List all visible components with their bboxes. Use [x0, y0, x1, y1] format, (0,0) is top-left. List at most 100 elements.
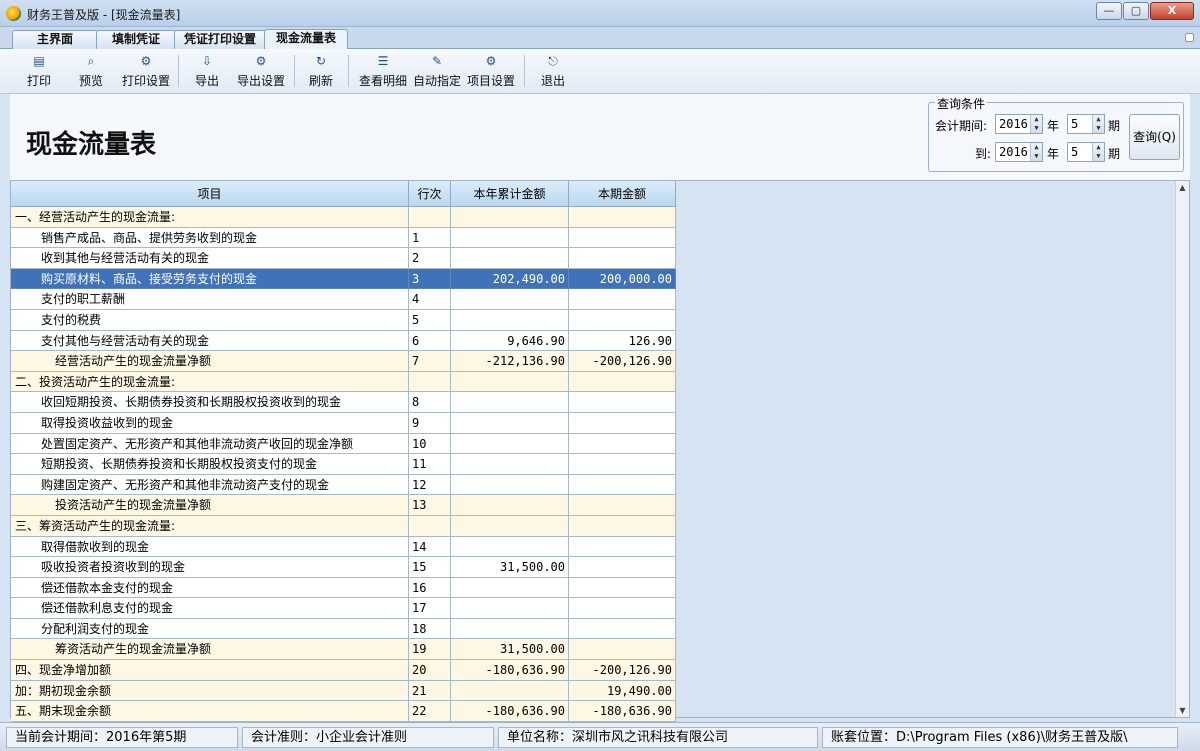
table-row[interactable]: 取得借款收到的现金 14	[11, 536, 676, 558]
toolbar-separator	[348, 55, 349, 87]
close-window-button[interactable]: X	[1150, 2, 1194, 20]
maximize-button[interactable]: ▢	[1123, 2, 1149, 20]
row-item-name: 加：期初现金余额	[11, 680, 409, 702]
table-row[interactable]: 购买原材料、商品、接受劳务支付的现金 3 202,490.00 200,000.00	[11, 268, 676, 290]
from-period-spinner[interactable]: 5 ▲ ▼	[1067, 114, 1105, 134]
spinner-arrows-icon[interactable]: ▲ ▼	[1092, 143, 1104, 161]
row-item-name: 偿还借款本金支付的现金	[11, 577, 409, 599]
to-year-spinner[interactable]: 2016 ▲ ▼	[995, 142, 1043, 162]
row-period-amount: -200,126.90	[569, 660, 676, 681]
tab-cash-flow-statement[interactable]: 现金流量表	[264, 29, 348, 50]
export-button[interactable]: ⇩ 导出	[192, 53, 222, 91]
spinner-arrows-icon[interactable]: ▲ ▼	[1092, 115, 1104, 133]
table-row[interactable]: 筹资活动产生的现金流量净额 19 31,500.00	[11, 639, 676, 661]
table-row[interactable]: 三、筹资活动产生的现金流量:	[11, 515, 676, 537]
table-row[interactable]: 销售产成品、商品、提供劳务收到的现金 1	[11, 227, 676, 249]
table-row[interactable]: 五、期末现金余额 22 -180,636.90 -180,636.90	[11, 701, 676, 722]
print-button[interactable]: ▤ 打印	[24, 53, 54, 91]
spinner-arrows-icon[interactable]: ▲ ▼	[1030, 143, 1042, 161]
column-header-item[interactable]: 项目	[11, 181, 409, 207]
table-row[interactable]: 支付的税费 5	[11, 309, 676, 331]
table-row[interactable]: 投资活动产生的现金流量净额 13	[11, 495, 676, 516]
vertical-scrollbar[interactable]: ▲ ▼	[1175, 181, 1189, 717]
row-line-number: 20	[409, 660, 451, 681]
cash-flow-table: 项目 行次 本年累计金额 本期金额 一、经营活动产生的现金流量: 销售产成品、商品…	[10, 180, 1190, 722]
exit-label: 退出	[540, 74, 565, 88]
row-period-amount	[569, 207, 676, 228]
row-line-number	[409, 515, 451, 537]
row-line-number: 11	[409, 454, 451, 475]
row-line-number: 6	[409, 330, 451, 352]
table-row[interactable]: 加：期初现金余额 21 19,490.00	[11, 680, 676, 702]
table-row[interactable]: 处置固定资产、无形资产和其他非流动资产收回的现金净额 10	[11, 433, 676, 455]
table-row[interactable]: 二、投资活动产生的现金流量:	[11, 371, 676, 393]
scroll-down-icon[interactable]: ▼	[1176, 704, 1189, 717]
row-item-name: 吸收投资者投资收到的现金	[11, 557, 409, 578]
row-item-name: 二、投资活动产生的现金流量:	[11, 371, 409, 393]
column-header-period-amount[interactable]: 本期金额	[569, 181, 676, 207]
row-year-total: -180,636.90	[451, 701, 569, 722]
row-year-total	[451, 577, 569, 599]
status-ledger-location: 账套位置：D:\Program Files (x86)\财务王普及版\	[822, 727, 1178, 748]
row-year-total	[451, 454, 569, 475]
table-row[interactable]: 收回短期投资、长期债券投资和长期股权投资收到的现金 8	[11, 392, 676, 413]
row-item-name: 短期投资、长期债券投资和长期股权投资支付的现金	[11, 454, 409, 475]
row-year-total	[451, 474, 569, 496]
row-period-amount	[569, 577, 676, 599]
query-legend: 查询条件	[935, 95, 988, 112]
item-settings-label: 项目设置	[466, 74, 515, 88]
tab-main[interactable]: 主界面	[12, 30, 98, 49]
table-row[interactable]: 分配利润支付的现金 18	[11, 618, 676, 640]
row-year-total	[451, 309, 569, 331]
row-item-name: 购建固定资产、无形资产和其他非流动资产支付的现金	[11, 474, 409, 496]
auto-assign-button[interactable]: ✎ 自动指定	[412, 53, 462, 91]
scroll-up-icon[interactable]: ▲	[1176, 181, 1189, 194]
exit-button[interactable]: ⎋ 退出	[538, 53, 568, 91]
column-header-line[interactable]: 行次	[409, 181, 451, 207]
minimize-button[interactable]: —	[1096, 2, 1122, 20]
table-row[interactable]: 收到其他与经营活动有关的现金 2	[11, 248, 676, 269]
row-item-name: 五、期末现金余额	[11, 701, 409, 722]
refresh-button[interactable]: ↻ 刷新	[306, 53, 336, 91]
refresh-icon: ↻	[315, 54, 327, 68]
table-row[interactable]: 经营活动产生的现金流量净额 7 -212,136.90 -200,126.90	[11, 351, 676, 372]
view-detail-button[interactable]: ☰ 查看明细	[358, 53, 408, 91]
table-row[interactable]: 取得投资收益收到的现金 9	[11, 412, 676, 434]
row-year-total	[451, 598, 569, 619]
table-row[interactable]: 购建固定资产、无形资产和其他非流动资产支付的现金 12	[11, 474, 676, 496]
table-row[interactable]: 支付其他与经营活动有关的现金 6 9,646.90 126.90	[11, 330, 676, 352]
close-tab-icon[interactable]	[1185, 33, 1194, 42]
row-year-total: 31,500.00	[451, 639, 569, 661]
row-item-name: 一、经营活动产生的现金流量:	[11, 207, 409, 228]
print-settings-button[interactable]: ⚙ 打印设置	[120, 53, 172, 91]
table-row[interactable]: 偿还借款利息支付的现金 17	[11, 598, 676, 619]
row-line-number: 1	[409, 227, 451, 249]
table-row[interactable]: 四、现金净增加额 20 -180,636.90 -200,126.90	[11, 660, 676, 681]
query-button[interactable]: 查询(Q)	[1129, 114, 1180, 160]
export-settings-button[interactable]: ⚙ 导出设置	[234, 53, 288, 91]
preview-button[interactable]: ⌕ 预览	[76, 53, 106, 91]
row-line-number: 12	[409, 474, 451, 496]
from-year-spinner[interactable]: 2016 ▲ ▼	[995, 114, 1043, 134]
table-row[interactable]: 短期投资、长期债券投资和长期股权投资支付的现金 11	[11, 454, 676, 475]
table-row[interactable]: 支付的职工薪酬 4	[11, 289, 676, 310]
row-period-amount	[569, 598, 676, 619]
spinner-arrows-icon[interactable]: ▲ ▼	[1030, 115, 1042, 133]
row-line-number: 21	[409, 680, 451, 702]
row-line-number: 22	[409, 701, 451, 722]
row-period-amount: 126.90	[569, 330, 676, 352]
period-label: 会计期间:	[935, 119, 988, 133]
printer-icon: ▤	[33, 54, 45, 68]
row-year-total: -212,136.90	[451, 351, 569, 372]
row-year-total: -180,636.90	[451, 660, 569, 681]
to-period-spinner[interactable]: 5 ▲ ▼	[1067, 142, 1105, 162]
item-settings-button[interactable]: ⚙ 项目设置	[466, 53, 516, 91]
row-year-total	[451, 618, 569, 640]
row-period-amount	[569, 309, 676, 331]
table-row[interactable]: 吸收投资者投资收到的现金 15 31,500.00	[11, 557, 676, 578]
column-header-year-total[interactable]: 本年累计金额	[451, 181, 569, 207]
table-row[interactable]: 偿还借款本金支付的现金 16	[11, 577, 676, 599]
tab-voucher-print-settings[interactable]: 凭证打印设置	[174, 30, 266, 49]
table-row[interactable]: 一、经营活动产生的现金流量:	[11, 207, 676, 228]
tab-fill-voucher[interactable]: 填制凭证	[96, 30, 176, 49]
